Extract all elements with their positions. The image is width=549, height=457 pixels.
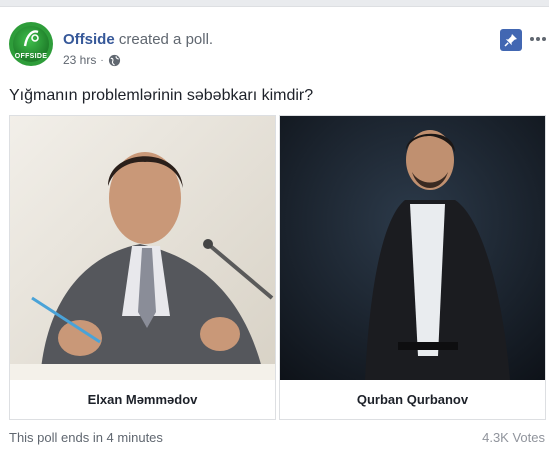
globe-icon[interactable] xyxy=(108,54,121,67)
poll-option-2-label: Qurban Qurbanov xyxy=(356,392,469,407)
poll-option-1-label: Elxan Məmmədov xyxy=(87,392,198,407)
post-header: Offside created a poll. xyxy=(63,31,213,48)
page-name-link[interactable]: Offside xyxy=(63,31,115,48)
meta-separator: · xyxy=(100,54,104,66)
poll-votes-count[interactable]: 4.3K Votes xyxy=(482,430,545,445)
avatar-logo-text: OFFSIDE xyxy=(14,53,48,60)
pin-icon xyxy=(504,34,517,47)
post-meta: 23 hrs · xyxy=(63,53,121,67)
poll-option-1-photo xyxy=(10,116,275,380)
more-options-icon-dot xyxy=(542,37,546,41)
post-timestamp[interactable]: 23 hrs xyxy=(63,53,96,67)
avatar-logo-mark xyxy=(23,30,39,47)
more-options-icon-dot xyxy=(536,37,540,41)
more-options-button[interactable] xyxy=(528,30,548,48)
more-options-icon-dot xyxy=(530,37,534,41)
pin-post-button[interactable] xyxy=(500,29,522,51)
poll-option-2[interactable]: Qurban Qurbanov xyxy=(279,115,546,420)
poll-question: Yığmanın problemlərinin səbəbkarı kimdir… xyxy=(9,87,314,104)
poll-option-1[interactable]: Elxan Məmmədov xyxy=(9,115,276,420)
post-action-text: created a poll. xyxy=(118,31,214,48)
poll-ends-text: This poll ends in 4 minutes xyxy=(9,430,163,445)
page-avatar[interactable]: OFFSIDE xyxy=(9,22,53,66)
poll-option-2-photo xyxy=(280,116,545,380)
